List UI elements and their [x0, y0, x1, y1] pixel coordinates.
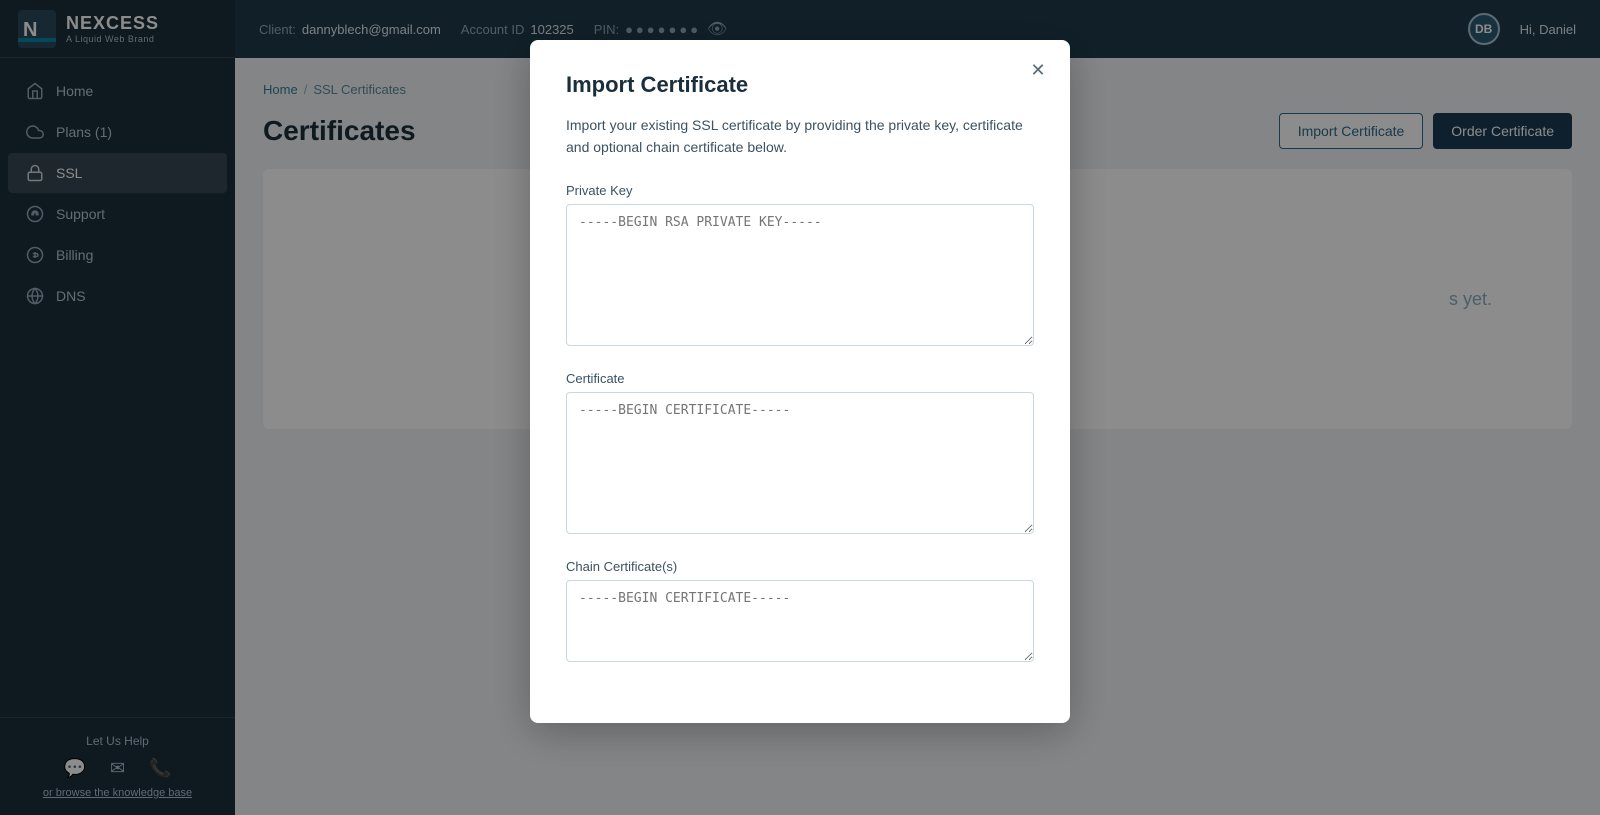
modal-title: Import Certificate — [566, 72, 1034, 98]
certificate-label: Certificate — [566, 371, 1034, 386]
modal-close-button[interactable]: ✕ — [1024, 56, 1052, 84]
modal-description: Import your existing SSL certificate by … — [566, 114, 1034, 159]
private-key-group: Private Key — [566, 183, 1034, 351]
modal-overlay[interactable]: ✕ Import Certificate Import your existin… — [0, 0, 1600, 815]
certificate-group: Certificate — [566, 371, 1034, 539]
private-key-textarea[interactable] — [566, 204, 1034, 346]
certificate-textarea[interactable] — [566, 392, 1034, 534]
chain-certificate-label: Chain Certificate(s) — [566, 559, 1034, 574]
chain-certificate-group: Chain Certificate(s) — [566, 559, 1034, 667]
chain-certificate-textarea[interactable] — [566, 580, 1034, 662]
private-key-label: Private Key — [566, 183, 1034, 198]
import-certificate-modal: ✕ Import Certificate Import your existin… — [530, 40, 1070, 723]
